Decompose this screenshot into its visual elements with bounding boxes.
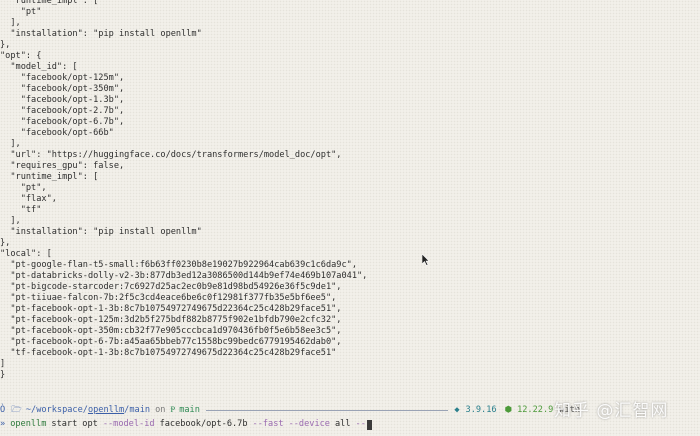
terminal-output-line: "installation": "pip install openllm" bbox=[0, 29, 202, 39]
command-prefix-glyph: » bbox=[0, 419, 6, 429]
terminal-output-line: "pt-facebook-opt-125m:3d2b5f275bdf882b87… bbox=[0, 315, 342, 325]
on-label: on bbox=[155, 405, 166, 415]
terminal-output-line: "pt-facebook-opt-6-7b:a45aa65bbeb77c1558… bbox=[0, 337, 342, 347]
git-branch-name: main bbox=[179, 405, 200, 415]
terminal-window[interactable]: "runtime_impl": [ "pt" ], "installation"… bbox=[0, 0, 700, 436]
terminal-output-line: "runtime_impl": [ bbox=[0, 0, 99, 6]
terminal-output-line: ], bbox=[0, 18, 21, 28]
terminal-output-line: "facebook/opt-125m", bbox=[0, 73, 125, 83]
terminal-output-line: "facebook/opt-1.3b", bbox=[0, 95, 125, 105]
terminal-output-line: "facebook/opt-2.7b", bbox=[0, 106, 125, 116]
terminal-output-line: "pt-facebook-opt-350m:cb32f77e905cccbca1… bbox=[0, 326, 342, 336]
command-subcommand: start bbox=[51, 419, 78, 429]
terminal-output-line: "pt" bbox=[0, 7, 42, 17]
terminal-output-line: ], bbox=[0, 139, 21, 149]
git-branch-icon: Ᵽ bbox=[170, 405, 176, 415]
flag-trailing: -- bbox=[355, 419, 366, 429]
watermark-text: 知乎 @汇智网 bbox=[554, 401, 669, 421]
mouse-pointer-icon bbox=[422, 254, 430, 266]
terminal-output-line: ] bbox=[0, 359, 6, 369]
terminal-output-line: }, bbox=[0, 238, 11, 248]
flag-device: --device bbox=[288, 419, 330, 429]
path-prefix: ~/workspace/ bbox=[25, 405, 88, 415]
terminal-output-line: "url": "https://huggingface.co/docs/tran… bbox=[0, 150, 342, 160]
python-icon: ◆ bbox=[454, 405, 460, 415]
terminal-output-line: "opt": { bbox=[0, 51, 42, 61]
path-dir: openllm bbox=[87, 405, 125, 415]
text-cursor bbox=[366, 419, 372, 430]
terminal-output-line: "facebook/opt-350m", bbox=[0, 84, 125, 94]
terminal-output-line: "facebook/opt-66b" bbox=[0, 128, 114, 138]
terminal-output-line: "model_id": [ bbox=[0, 62, 78, 72]
terminal-output-line: "pt-google-flan-t5-small:f6b63ff0230b8e1… bbox=[0, 260, 357, 270]
terminal-output-line: "pt-tiiuae-falcon-7b:2f5c3cd4eace6be6c0f… bbox=[0, 293, 337, 303]
terminal-output-line: "requires_gpu": false, bbox=[0, 161, 125, 171]
node-icon: ⬢ bbox=[504, 405, 513, 415]
terminal-output-line: "facebook/opt-6.7b", bbox=[0, 117, 125, 127]
terminal-output-line: "runtime_impl": [ bbox=[0, 172, 99, 182]
python-version: 3.9.16 bbox=[465, 405, 497, 415]
terminal-output-line: "pt-databricks-dolly-v2-3b:877db3ed12a30… bbox=[0, 271, 368, 281]
prompt-status-glyph: Ò bbox=[0, 405, 6, 415]
command-model: opt bbox=[82, 419, 98, 429]
terminal-output-line: "flax", bbox=[0, 194, 57, 204]
terminal-output-line: "pt-bigcode-starcoder:7c6927d25ac2ec0b9e… bbox=[0, 282, 342, 292]
terminal-output-line: ], bbox=[0, 216, 21, 226]
folder-icon: 🗁 bbox=[11, 405, 22, 415]
flag-fast: --fast bbox=[252, 419, 284, 429]
node-version: 12.22.9 bbox=[517, 405, 554, 415]
device-value: all bbox=[334, 419, 351, 429]
terminal-output-line: "pt", bbox=[0, 183, 47, 193]
terminal-output-line: "tf" bbox=[0, 205, 42, 215]
terminal-output-line: "installation": "pip install openllm" bbox=[0, 227, 202, 237]
terminal-output-line: "local": [ bbox=[0, 249, 52, 259]
prompt-divider bbox=[205, 409, 449, 412]
terminal-output-line: "tf-facebook-opt-1-3b:8c7b10754972749675… bbox=[0, 348, 337, 358]
command-program: openllm bbox=[10, 419, 47, 429]
flag-model-id: --model-id bbox=[102, 419, 155, 429]
terminal-output-line: } bbox=[0, 370, 6, 380]
model-id-value: facebook/opt-6.7b bbox=[159, 419, 248, 429]
terminal-output-line: }, bbox=[0, 40, 11, 50]
terminal-output-line: "pt-facebook-opt-1-3b:8c7b10754972749675… bbox=[0, 304, 342, 314]
path-tail: main bbox=[129, 405, 151, 415]
